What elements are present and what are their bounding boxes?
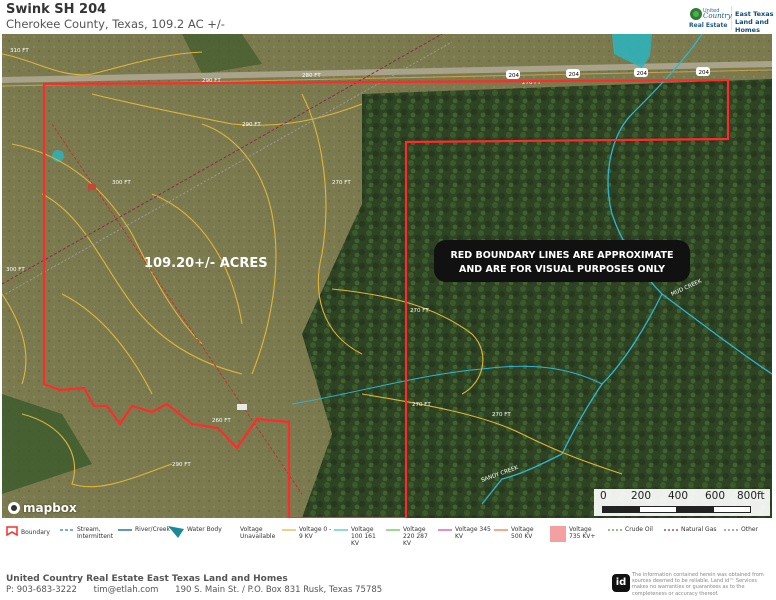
contact-info: P: 903-683-3222 tim@etlah.com 190 S. Mai… [6, 585, 396, 595]
svg-text:204: 204 [699, 70, 710, 76]
svg-text:204: 204 [509, 73, 520, 79]
acreage-label: 109.20+/- ACRES [144, 256, 268, 271]
v500-swatch-icon [494, 529, 508, 531]
svg-text:280 FT: 280 FT [302, 73, 321, 79]
phone-number: P: 903-683-3222 [6, 585, 77, 595]
scale-segment [639, 506, 677, 513]
brand-logo: United Country Real Estate East Texas La… [688, 6, 774, 34]
legend-voltage-unavailable: Voltage Unavailable [240, 526, 276, 540]
company-name: United Country Real Estate East Texas La… [6, 574, 288, 584]
legend-v345: Voltage 345 KV [438, 526, 495, 540]
svg-text:270 FT: 270 FT [410, 308, 429, 314]
gas-swatch-icon [664, 529, 678, 531]
building [88, 184, 96, 190]
crude-swatch-icon [608, 529, 622, 531]
other-swatch-icon [724, 529, 738, 531]
v735-swatch-icon [550, 526, 566, 542]
brand-name-line2: Land and Homes [735, 18, 769, 34]
svg-text:260 FT: 260 FT [212, 418, 231, 424]
svg-text:270 FT: 270 FT [492, 412, 511, 418]
legend-boundary: Boundary [6, 526, 50, 536]
satellite-map[interactable]: 310 FT 290 FT 280 FT 270 FT 290 FT 300 F… [2, 34, 772, 518]
legend-crude: Crude Oil [608, 526, 653, 534]
water-swatch-icon [168, 526, 184, 538]
mapbox-attribution[interactable]: mapbox [8, 501, 77, 515]
scale-segment [713, 506, 751, 513]
svg-text:300 FT: 300 FT [112, 180, 131, 186]
notice-line2: AND ARE FOR VISUAL PURPOSES ONLY [459, 264, 665, 275]
svg-text:310 FT: 310 FT [10, 48, 29, 54]
mapbox-icon [8, 502, 20, 514]
legend-stream: Stream, Intermittent [60, 526, 123, 540]
notice-line1: RED BOUNDARY LINES ARE APPROXIMATE [450, 250, 673, 261]
river-swatch-icon [118, 529, 132, 531]
svg-text:270 FT: 270 FT [412, 402, 431, 408]
svg-text:270 FT: 270 FT [332, 180, 351, 186]
notice-box [434, 240, 690, 282]
svg-text:290 FT: 290 FT [242, 122, 261, 128]
legend-water: Water Body [168, 526, 222, 538]
scale-tick: 600 [705, 490, 726, 502]
svg-text:204: 204 [637, 71, 648, 77]
legend-gas: Natural Gas [664, 526, 717, 534]
boundary-swatch-icon [6, 526, 18, 536]
legend-other: Other [724, 526, 758, 534]
land-id-logo-icon: id [612, 574, 630, 592]
legend-river: River/Creek [118, 526, 170, 534]
v345-swatch-icon [438, 529, 452, 531]
svg-text:290 FT: 290 FT [172, 462, 191, 468]
map-legend: Boundary Stream, Intermittent River/Cree… [0, 522, 776, 548]
disclaimer: The information contained herein was obt… [632, 572, 764, 597]
scale-bar: 0 200 400 600 800ft [594, 489, 770, 516]
svg-text:Real Estate: Real Estate [689, 22, 727, 29]
scale-tick: 800ft [737, 490, 765, 502]
v0-9-swatch-icon [282, 529, 296, 531]
page-header: Swink SH 204 Cherokee County, Texas, 109… [0, 0, 776, 34]
v220-swatch-icon [386, 529, 400, 531]
scale-tick: 200 [631, 490, 652, 502]
page-footer: United Country Real Estate East Texas La… [0, 570, 776, 600]
scale-segment [676, 506, 714, 513]
scale-tick: 400 [668, 490, 689, 502]
svg-text:300 FT: 300 FT [6, 267, 25, 273]
legend-v500: Voltage 500 KV [494, 526, 543, 540]
stream-swatch-icon [60, 529, 74, 531]
united-country-logo-icon: United Country Real Estate [689, 6, 732, 30]
svg-text:Country: Country [703, 12, 732, 20]
v100-swatch-icon [334, 529, 348, 531]
page-title: Swink SH 204 [6, 2, 107, 17]
page-subtitle: Cherokee County, Texas, 109.2 AC +/- [6, 17, 225, 31]
legend-v100: Voltage 100 161 KV [334, 526, 385, 547]
forest-area [302, 79, 772, 518]
address: 190 S. Main St. / P.O. Box 831 Rusk, Tex… [175, 585, 383, 595]
brand-name-line1: East Texas [735, 10, 774, 18]
email-link[interactable]: tim@etlah.com [94, 585, 159, 595]
svg-text:204: 204 [569, 72, 580, 78]
scale-segment [602, 506, 640, 513]
map-canvas: 310 FT 290 FT 280 FT 270 FT 290 FT 300 F… [2, 34, 772, 518]
scale-tick: 0 [600, 490, 607, 502]
legend-v735: Voltage 735 KV+ [550, 526, 603, 542]
building [237, 404, 247, 410]
legend-v220: Voltage 220 287 KV [386, 526, 437, 547]
legend-v0-9: Voltage 0 - 9 KV [282, 526, 335, 540]
